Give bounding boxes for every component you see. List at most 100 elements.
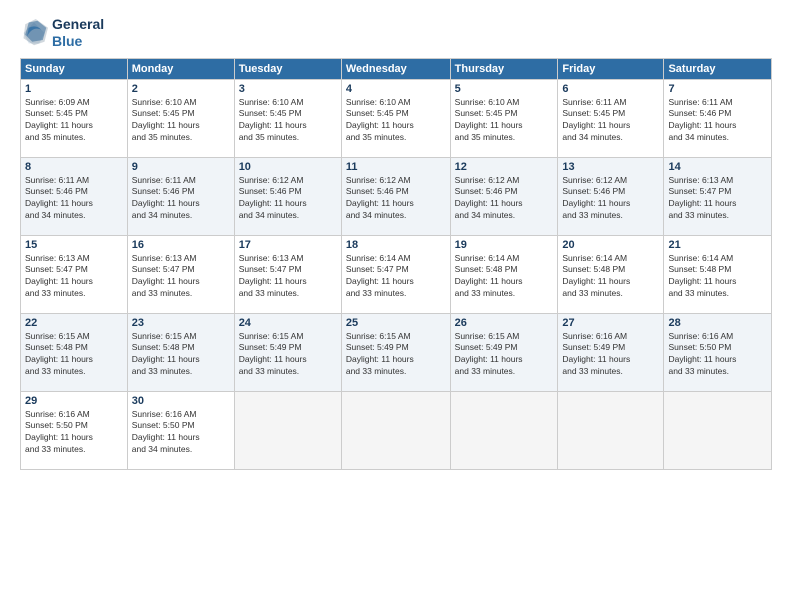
calendar-table: SundayMondayTuesdayWednesdayThursdayFrid… — [20, 58, 772, 470]
day-number: 16 — [132, 239, 230, 251]
day-number: 18 — [346, 239, 446, 251]
calendar-cell: 12 Sunrise: 6:12 AM Sunset: 5:46 PM Dayli… — [450, 157, 558, 235]
day-number: 2 — [132, 83, 230, 95]
calendar-cell: 8 Sunrise: 6:11 AM Sunset: 5:46 PM Daylig… — [21, 157, 128, 235]
calendar-cell: 24Sunrise: 6:15 AM Sunset: 5:49 PM Dayli… — [234, 313, 341, 391]
day-info: Sunrise: 6:15 AM Sunset: 5:49 PM Dayligh… — [239, 331, 337, 379]
day-number: 10 — [239, 161, 337, 173]
calendar-cell: 6 Sunrise: 6:11 AM Sunset: 5:45 PM Daylig… — [558, 79, 664, 157]
day-info: Sunrise: 6:16 AM Sunset: 5:50 PM Dayligh… — [668, 331, 767, 379]
weekday-header: Monday — [127, 58, 234, 79]
day-number: 8 — [25, 161, 123, 173]
calendar-cell: 11 Sunrise: 6:12 AM Sunset: 5:46 PM Dayli… — [341, 157, 450, 235]
day-info: Sunrise: 6:15 AM Sunset: 5:48 PM Dayligh… — [25, 331, 123, 379]
weekday-header: Wednesday — [341, 58, 450, 79]
weekday-header: Friday — [558, 58, 664, 79]
day-number: 29 — [25, 395, 123, 407]
day-info: Sunrise: 6:10 AM Sunset: 5:45 PM Dayligh… — [455, 97, 554, 145]
page-header: General Blue — [20, 16, 772, 50]
day-info: Sunrise: 6:16 AM Sunset: 5:49 PM Dayligh… — [562, 331, 659, 379]
calendar-cell: 1 Sunrise: 6:09 AM Sunset: 5:45 PM Daylig… — [21, 79, 128, 157]
calendar-cell: 22Sunrise: 6:15 AM Sunset: 5:48 PM Dayli… — [21, 313, 128, 391]
day-info: Sunrise: 6:11 AM Sunset: 5:46 PM Dayligh… — [132, 175, 230, 223]
weekday-header: Sunday — [21, 58, 128, 79]
day-number: 19 — [455, 239, 554, 251]
calendar-cell — [664, 391, 772, 469]
calendar-cell — [341, 391, 450, 469]
day-number: 1 — [25, 83, 123, 95]
day-info: Sunrise: 6:15 AM Sunset: 5:49 PM Dayligh… — [455, 331, 554, 379]
calendar-cell: 16 Sunrise: 6:13 AM Sunset: 5:47 PM Dayli… — [127, 235, 234, 313]
calendar-cell: 27 Sunrise: 6:16 AM Sunset: 5:49 PM Dayli… — [558, 313, 664, 391]
weekday-header: Saturday — [664, 58, 772, 79]
day-number: 11 — [346, 161, 446, 173]
day-info: Sunrise: 6:13 AM Sunset: 5:47 PM Dayligh… — [668, 175, 767, 223]
day-info: Sunrise: 6:10 AM Sunset: 5:45 PM Dayligh… — [132, 97, 230, 145]
day-info: Sunrise: 6:16 AM Sunset: 5:50 PM Dayligh… — [132, 409, 230, 457]
day-info: Sunrise: 6:14 AM Sunset: 5:47 PM Dayligh… — [346, 253, 446, 301]
calendar-cell: 28 Sunrise: 6:16 AM Sunset: 5:50 PM Dayli… — [664, 313, 772, 391]
day-number: 15 — [25, 239, 123, 251]
calendar-cell: 26 Sunrise: 6:15 AM Sunset: 5:49 PM Dayli… — [450, 313, 558, 391]
day-info: Sunrise: 6:11 AM Sunset: 5:46 PM Dayligh… — [25, 175, 123, 223]
day-info: Sunrise: 6:13 AM Sunset: 5:47 PM Dayligh… — [132, 253, 230, 301]
logo-icon — [20, 19, 48, 47]
calendar-cell: 20 Sunrise: 6:14 AM Sunset: 5:48 PM Dayli… — [558, 235, 664, 313]
day-info: Sunrise: 6:11 AM Sunset: 5:45 PM Dayligh… — [562, 97, 659, 145]
calendar-cell: 19 Sunrise: 6:14 AM Sunset: 5:48 PM Dayli… — [450, 235, 558, 313]
calendar-cell: 17Sunrise: 6:13 AM Sunset: 5:47 PM Dayli… — [234, 235, 341, 313]
calendar-cell: 14 Sunrise: 6:13 AM Sunset: 5:47 PM Dayli… — [664, 157, 772, 235]
day-info: Sunrise: 6:12 AM Sunset: 5:46 PM Dayligh… — [455, 175, 554, 223]
day-info: Sunrise: 6:10 AM Sunset: 5:45 PM Dayligh… — [239, 97, 337, 145]
day-number: 7 — [668, 83, 767, 95]
day-info: Sunrise: 6:13 AM Sunset: 5:47 PM Dayligh… — [25, 253, 123, 301]
day-info: Sunrise: 6:12 AM Sunset: 5:46 PM Dayligh… — [239, 175, 337, 223]
calendar-cell: 4 Sunrise: 6:10 AM Sunset: 5:45 PM Daylig… — [341, 79, 450, 157]
day-info: Sunrise: 6:14 AM Sunset: 5:48 PM Dayligh… — [455, 253, 554, 301]
day-info: Sunrise: 6:12 AM Sunset: 5:46 PM Dayligh… — [346, 175, 446, 223]
calendar-cell: 30 Sunrise: 6:16 AM Sunset: 5:50 PM Dayli… — [127, 391, 234, 469]
calendar-header: SundayMondayTuesdayWednesdayThursdayFrid… — [21, 58, 772, 79]
day-number: 5 — [455, 83, 554, 95]
day-number: 3 — [239, 83, 337, 95]
calendar-cell: 7 Sunrise: 6:11 AM Sunset: 5:46 PM Daylig… — [664, 79, 772, 157]
calendar-cell: 25 Sunrise: 6:15 AM Sunset: 5:49 PM Dayli… — [341, 313, 450, 391]
day-number: 20 — [562, 239, 659, 251]
logo: General Blue — [20, 16, 104, 50]
day-number: 13 — [562, 161, 659, 173]
day-number: 6 — [562, 83, 659, 95]
calendar-cell: 5 Sunrise: 6:10 AM Sunset: 5:45 PM Daylig… — [450, 79, 558, 157]
day-number: 26 — [455, 317, 554, 329]
day-info: Sunrise: 6:16 AM Sunset: 5:50 PM Dayligh… — [25, 409, 123, 457]
calendar-cell: 21 Sunrise: 6:14 AM Sunset: 5:48 PM Dayli… — [664, 235, 772, 313]
day-info: Sunrise: 6:11 AM Sunset: 5:46 PM Dayligh… — [668, 97, 767, 145]
day-number: 30 — [132, 395, 230, 407]
day-info: Sunrise: 6:14 AM Sunset: 5:48 PM Dayligh… — [562, 253, 659, 301]
day-number: 27 — [562, 317, 659, 329]
day-number: 21 — [668, 239, 767, 251]
day-info: Sunrise: 6:10 AM Sunset: 5:45 PM Dayligh… — [346, 97, 446, 145]
weekday-header: Tuesday — [234, 58, 341, 79]
day-info: Sunrise: 6:15 AM Sunset: 5:48 PM Dayligh… — [132, 331, 230, 379]
day-number: 17 — [239, 239, 337, 251]
day-info: Sunrise: 6:12 AM Sunset: 5:46 PM Dayligh… — [562, 175, 659, 223]
weekday-header: Thursday — [450, 58, 558, 79]
calendar-cell: 29 Sunrise: 6:16 AM Sunset: 5:50 PM Dayli… — [21, 391, 128, 469]
day-info: Sunrise: 6:15 AM Sunset: 5:49 PM Dayligh… — [346, 331, 446, 379]
day-number: 23 — [132, 317, 230, 329]
day-number: 25 — [346, 317, 446, 329]
day-number: 14 — [668, 161, 767, 173]
calendar-cell: 3 Sunrise: 6:10 AM Sunset: 5:45 PM Daylig… — [234, 79, 341, 157]
calendar-cell: 23 Sunrise: 6:15 AM Sunset: 5:48 PM Dayli… — [127, 313, 234, 391]
calendar-cell: 13 Sunrise: 6:12 AM Sunset: 5:46 PM Dayli… — [558, 157, 664, 235]
calendar-cell: 18 Sunrise: 6:14 AM Sunset: 5:47 PM Dayli… — [341, 235, 450, 313]
day-number: 28 — [668, 317, 767, 329]
calendar-cell: 15 Sunrise: 6:13 AM Sunset: 5:47 PM Dayli… — [21, 235, 128, 313]
day-number: 9 — [132, 161, 230, 173]
calendar-cell — [234, 391, 341, 469]
day-info: Sunrise: 6:09 AM Sunset: 5:45 PM Dayligh… — [25, 97, 123, 145]
day-info: Sunrise: 6:14 AM Sunset: 5:48 PM Dayligh… — [668, 253, 767, 301]
day-number: 4 — [346, 83, 446, 95]
day-number: 12 — [455, 161, 554, 173]
calendar-cell — [450, 391, 558, 469]
